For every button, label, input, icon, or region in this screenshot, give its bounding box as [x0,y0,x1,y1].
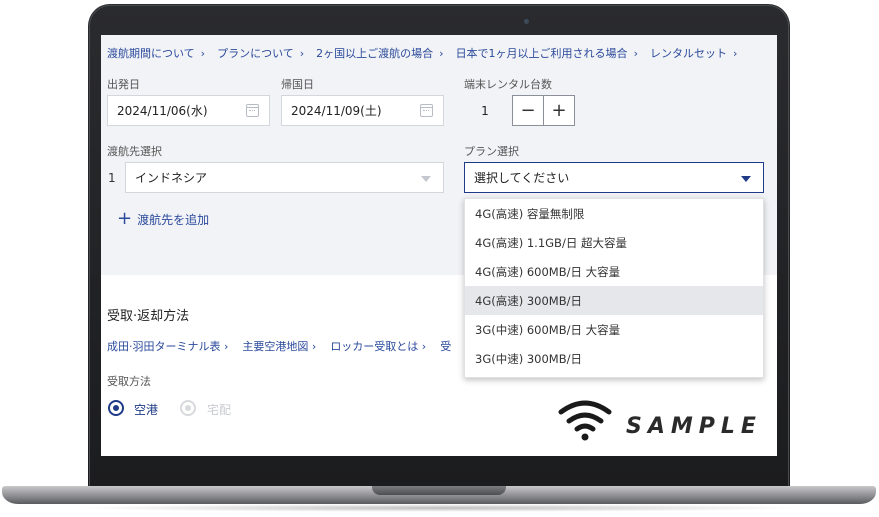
radio-delivery[interactable] [180,400,196,416]
plan-label: プラン選択 [464,145,519,158]
crumb-long-stay[interactable]: 日本で1ヶ月以上ご利用される場合 › [456,45,638,61]
plus-icon: + [117,208,133,229]
crumb-travel-period[interactable]: 渡航期間について › [107,45,205,61]
dropdown-arrow-icon [741,176,751,182]
destination-select[interactable]: インドネシア [125,162,444,193]
laptop-base-notch [372,486,506,495]
radio-airport[interactable] [108,400,124,416]
radio-delivery-label[interactable]: 宅配 [207,401,231,418]
link-terminals[interactable]: 成田·羽田ターミナル表 › [107,338,228,354]
departure-label: 出発日 [107,78,140,91]
link-truncated[interactable]: 受 [440,338,451,354]
crumb-plans[interactable]: プランについて › [217,45,304,61]
plan-dropdown-menu: 4G(高速) 容量無制限 4G(高速) 1.1GB/日 超大容量 4G(高速) … [464,198,764,378]
plan-placeholder: 選択してください [474,171,570,185]
plan-option[interactable]: 3G(中速) 300MB/日 [465,344,763,373]
plan-option[interactable]: 3G(中速) 600MB/日 大容量 [465,315,763,344]
return-date-field[interactable]: 2024/11/09(土) [281,95,444,126]
dropdown-arrow-icon [421,176,431,182]
link-locker[interactable]: ロッカー受取とは › [330,338,426,354]
breadcrumb: 渡航期間について › プランについて › 2ヶ国以上ご渡航の場合 › 日本で1ヶ月以上… [107,45,749,61]
return-label: 帰国日 [281,78,314,91]
plan-option[interactable]: 4G(高速) 容量無制限 [465,199,763,228]
plan-option[interactable]: 4G(高速) 1.1GB/日 超大容量 [465,228,763,257]
destination-value: インドネシア [135,171,208,185]
wifi-icon [558,400,612,441]
departure-date-field[interactable]: 2024/11/06(水) [107,95,270,126]
chevron-right-icon: › [439,47,444,60]
chevron-right-icon: › [200,47,206,60]
pickup-links: 成田·羽田ターミナル表 › 主要空港地図 › ロッカー受取とは › 受 [107,338,465,354]
link-airport-map[interactable]: 主要空港地図 › [242,338,316,354]
screen: 渡航期間について › プランについて › 2ヶ国以上ご渡航の場合 › 日本で1ヶ月以上… [101,35,777,456]
chevron-right-icon: › [633,47,638,60]
pickup-method-label: 受取方法 [107,375,151,388]
plan-select[interactable]: 選択してください [464,162,764,193]
crumb-rental-set[interactable]: レンタルセット › [650,45,737,61]
camera-dot [524,19,529,24]
destination-index: 1 [108,171,116,185]
calendar-icon[interactable] [246,104,259,117]
chevron-right-icon: › [732,47,738,60]
plan-option[interactable]: 4G(高速) 600MB/日 大容量 [465,257,763,286]
add-destination-label: 渡航先を追加 [137,212,210,227]
crumb-multi-country[interactable]: 2ヶ国以上ご渡航の場合 › [316,45,443,61]
rental-count-label: 端末レンタル台数 [464,78,552,91]
calendar-icon[interactable] [420,104,433,117]
destination-label: 渡航先選択 [107,145,162,158]
decrement-button[interactable]: − [512,95,544,126]
increment-button[interactable]: + [543,95,575,126]
sample-watermark: SAMPLE [626,414,762,439]
rental-count-value: 1 [481,103,489,118]
radio-airport-label[interactable]: 空港 [134,401,158,418]
return-date-value: 2024/11/09(土) [291,104,382,118]
plan-option-highlighted[interactable]: 4G(高速) 300MB/日 [465,286,763,315]
laptop-shadow [70,504,810,512]
pickup-section-title: 受取·返却方法 [107,309,190,324]
chevron-right-icon: › [299,47,305,60]
departure-date-value: 2024/11/06(水) [117,104,208,118]
add-destination-link[interactable]: + 渡航先を追加 [117,210,209,228]
